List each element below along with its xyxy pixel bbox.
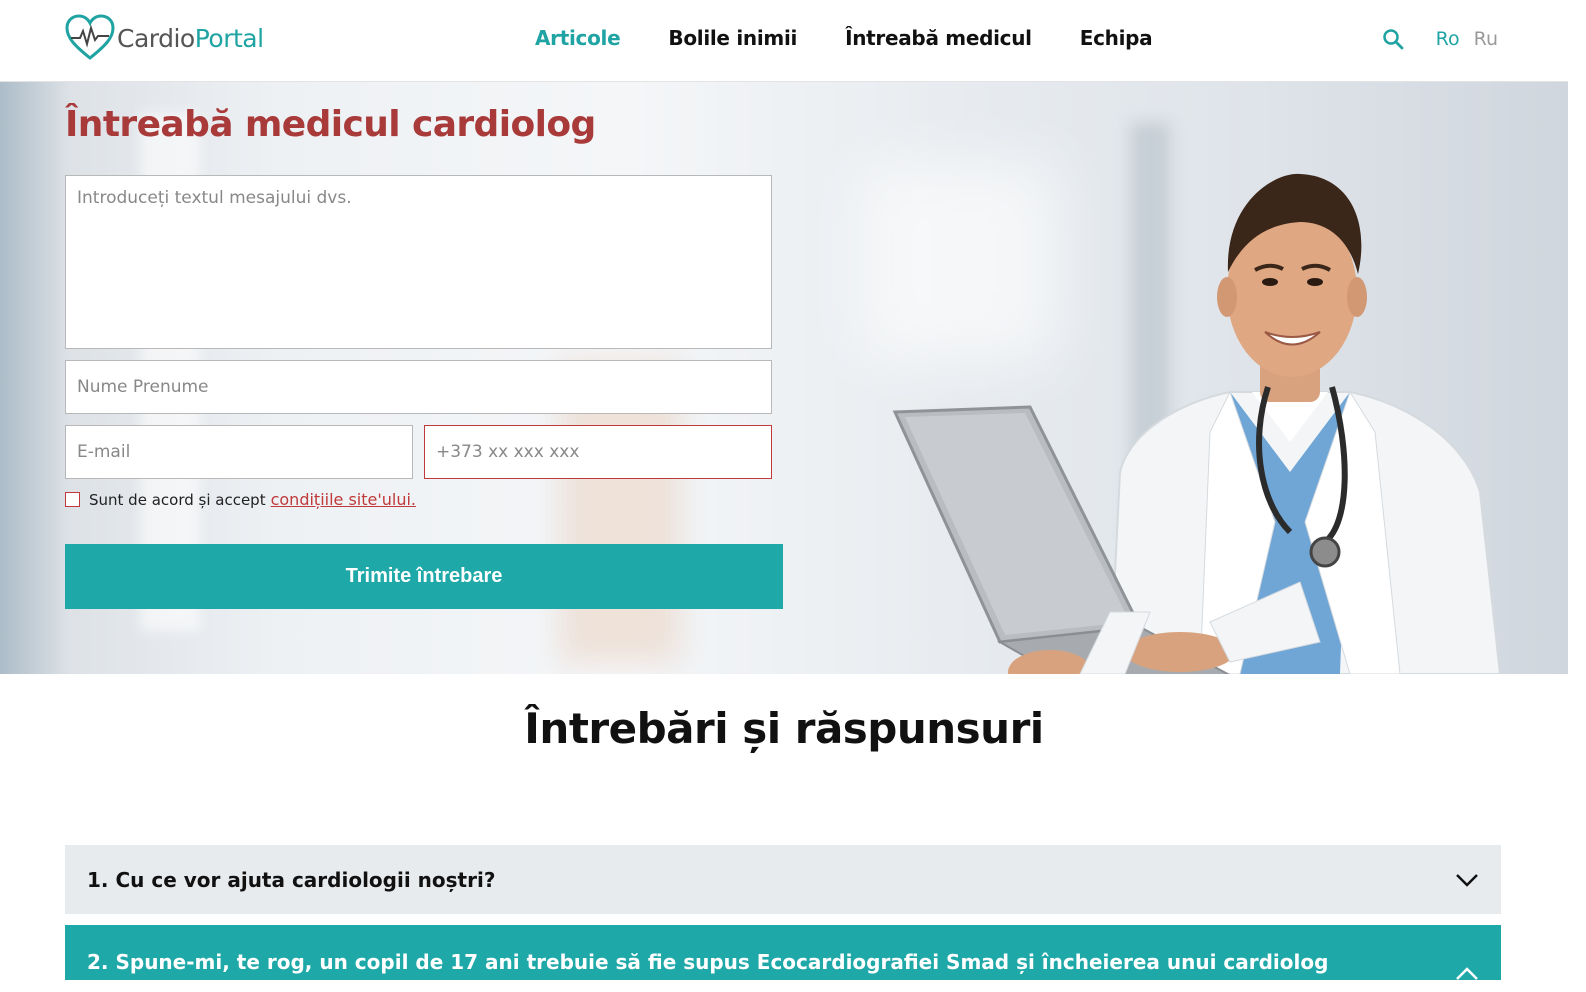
header-right: Ro Ru xyxy=(1382,28,1498,50)
heart-logo-icon xyxy=(65,14,115,60)
faq-title: Întrebări și răspunsuri xyxy=(524,704,1044,753)
message-placeholder: Introduceți textul mesajului dvs. xyxy=(77,188,352,208)
lang-ro[interactable]: Ro xyxy=(1436,28,1460,50)
doctor-with-laptop-image xyxy=(892,173,1502,674)
faq-question-1: 1. Cu ce vor ajuta cardiologii noștri? xyxy=(87,867,496,892)
page-bottom-edge xyxy=(0,980,1586,992)
name-placeholder: Nume Prenume xyxy=(77,377,209,397)
hero-section: Întreabă medicul cardiolog Introduceți t… xyxy=(0,82,1568,674)
faq-item-2[interactable]: 2. Spune-mi, te rog, un copil de 17 ani … xyxy=(65,925,1501,985)
email-placeholder: E-mail xyxy=(77,442,131,462)
logo[interactable]: CardioPortal xyxy=(65,14,264,62)
lang-ru[interactable]: Ru xyxy=(1474,28,1498,50)
consent-row: Sunt de acord și accept condițiile site'… xyxy=(65,490,416,509)
page-title: Întreabă medicul cardiolog xyxy=(65,104,596,145)
message-textarea[interactable]: Introduceți textul mesajului dvs. xyxy=(65,175,772,349)
logo-text-portal: Portal xyxy=(194,23,264,53)
nav-item-echipa[interactable]: Echipa xyxy=(1080,26,1153,50)
nav-item-bolile-inimii[interactable]: Bolile inimii xyxy=(668,26,797,50)
email-field[interactable]: E-mail xyxy=(65,425,413,479)
main-nav: Articole Bolile inimii Întreabă medicul … xyxy=(535,26,1200,50)
name-field[interactable]: Nume Prenume xyxy=(65,360,772,414)
consent-checkbox[interactable] xyxy=(65,492,80,507)
background-blur xyxy=(0,82,70,674)
chevron-up-icon[interactable] xyxy=(1455,967,1479,981)
consent-text: Sunt de acord și accept xyxy=(89,490,266,509)
search-icon[interactable] xyxy=(1382,28,1404,50)
nav-item-articole[interactable]: Articole xyxy=(535,26,621,50)
phone-placeholder: +373 xx xxx xxx xyxy=(436,442,580,462)
phone-field[interactable]: +373 xx xxx xxx xyxy=(424,425,772,479)
nav-item-intreaba-medicul[interactable]: Întreabă medicul xyxy=(845,26,1032,50)
logo-text: CardioPortal xyxy=(117,24,264,53)
logo-text-cardio: Cardio xyxy=(117,23,195,53)
faq-item-1[interactable]: 1. Cu ce vor ajuta cardiologii noștri? xyxy=(65,845,1501,914)
chevron-down-icon[interactable] xyxy=(1455,873,1479,887)
submit-question-button[interactable]: Trimite întrebare xyxy=(65,544,783,609)
terms-link[interactable]: condițiile site'ului. xyxy=(271,490,416,509)
site-header: CardioPortal Articole Bolile inimii Într… xyxy=(0,0,1568,82)
page-right-edge xyxy=(1568,0,1586,992)
